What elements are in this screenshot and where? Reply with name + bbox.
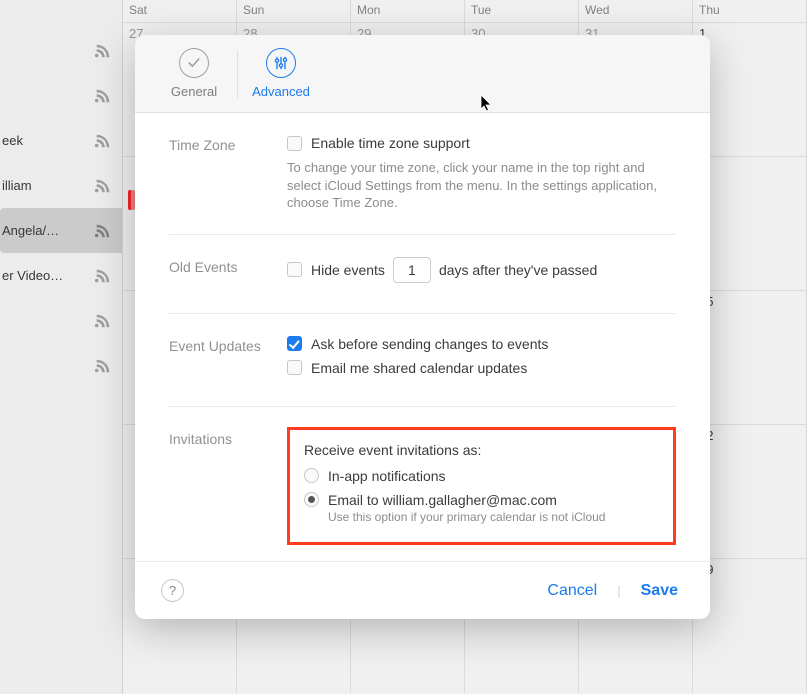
sidebar-item[interactable]: eek xyxy=(0,118,122,163)
hide-events-days-input[interactable] xyxy=(393,257,431,283)
tab-bar: General Advanced xyxy=(135,35,710,113)
section-label: Time Zone xyxy=(169,135,287,212)
ask-before-sending-label: Ask before sending changes to events xyxy=(311,336,548,352)
shared-icon xyxy=(94,312,112,330)
sidebar-item-label: er Video… xyxy=(0,268,94,283)
save-button[interactable]: Save xyxy=(635,578,684,604)
email-shared-updates-label: Email me shared calendar updates xyxy=(311,360,527,376)
sidebar-item-label: illiam xyxy=(0,178,94,193)
day-header: Mon xyxy=(351,0,465,22)
section-label: Old Events xyxy=(169,257,287,291)
sidebar-item[interactable]: illiam xyxy=(0,163,122,208)
day-header: Sun xyxy=(237,0,351,22)
preferences-modal: General Advanced Time Zone Enable time xyxy=(135,35,710,619)
checkmark-circle-icon xyxy=(179,48,209,78)
sidebar-item[interactable]: er Video… xyxy=(0,253,122,298)
sidebar-item[interactable]: Angela/… xyxy=(0,208,122,253)
ask-before-sending-checkbox[interactable] xyxy=(287,336,302,351)
hide-events-post-label: days after they've passed xyxy=(439,262,597,278)
date-cell[interactable]: 29 xyxy=(693,559,807,692)
separator xyxy=(237,50,238,98)
inapp-notifications-label: In-app notifications xyxy=(328,468,446,484)
date-cell[interactable]: 1 xyxy=(693,23,807,156)
sidebar-item[interactable] xyxy=(0,73,122,118)
calendar-sidebar: eek illiam Angela/… er Video… xyxy=(0,0,123,694)
shared-icon xyxy=(94,42,112,60)
email-invitations-radio[interactable] xyxy=(304,492,319,507)
sidebar-item[interactable] xyxy=(0,298,122,343)
invitations-heading: Receive event invitations as: xyxy=(304,442,481,458)
sidebar-item[interactable] xyxy=(0,28,122,73)
hide-events-checkbox[interactable] xyxy=(287,262,302,277)
separator: | xyxy=(617,583,620,598)
event-chip[interactable] xyxy=(128,190,135,210)
date-cell[interactable]: 15 xyxy=(693,291,807,424)
shared-icon xyxy=(94,132,112,150)
help-button[interactable]: ? xyxy=(161,579,184,602)
invitations-description: Use this option if your primary calendar… xyxy=(328,510,663,524)
day-header: Sat xyxy=(123,0,237,22)
email-invitations-label: Email to william.gallagher@mac.com xyxy=(328,492,557,508)
tab-advanced[interactable]: Advanced xyxy=(242,48,320,99)
tab-general[interactable]: General xyxy=(155,48,233,99)
highlight-box: Receive event invitations as: In-app not… xyxy=(287,427,676,545)
timezone-checkbox[interactable] xyxy=(287,136,302,151)
day-header: Thu xyxy=(693,0,807,22)
email-shared-updates-checkbox[interactable] xyxy=(287,360,302,375)
shared-icon xyxy=(94,177,112,195)
timezone-checkbox-label: Enable time zone support xyxy=(311,135,470,151)
tab-label: Advanced xyxy=(252,84,310,99)
shared-icon xyxy=(94,222,112,240)
day-header: Wed xyxy=(579,0,693,22)
section-label: Invitations xyxy=(169,429,287,545)
section-label: Event Updates xyxy=(169,336,287,384)
shared-icon xyxy=(94,357,112,375)
shared-icon xyxy=(94,87,112,105)
day-header: Tue xyxy=(465,0,579,22)
shared-icon xyxy=(94,267,112,285)
cancel-button[interactable]: Cancel xyxy=(541,578,603,604)
tab-label: General xyxy=(171,84,217,99)
section-invitations: Invitations Receive event invitations as… xyxy=(169,407,676,561)
section-timezone: Time Zone Enable time zone support To ch… xyxy=(169,113,676,235)
sliders-icon xyxy=(266,48,296,78)
sidebar-item-label: eek xyxy=(0,133,94,148)
timezone-description: To change your time zone, click your nam… xyxy=(287,159,676,212)
section-old-events: Old Events Hide events days after they'v… xyxy=(169,235,676,314)
date-cell[interactable]: 22 xyxy=(693,425,807,558)
inapp-notifications-radio[interactable] xyxy=(304,468,319,483)
sidebar-item-label: Angela/… xyxy=(0,223,94,238)
hide-events-pre-label: Hide events xyxy=(311,262,385,278)
date-cell[interactable]: 8 xyxy=(693,157,807,290)
sidebar-item[interactable] xyxy=(0,343,122,388)
section-event-updates: Event Updates Ask before sending changes… xyxy=(169,314,676,407)
modal-footer: ? Cancel | Save xyxy=(135,561,710,619)
